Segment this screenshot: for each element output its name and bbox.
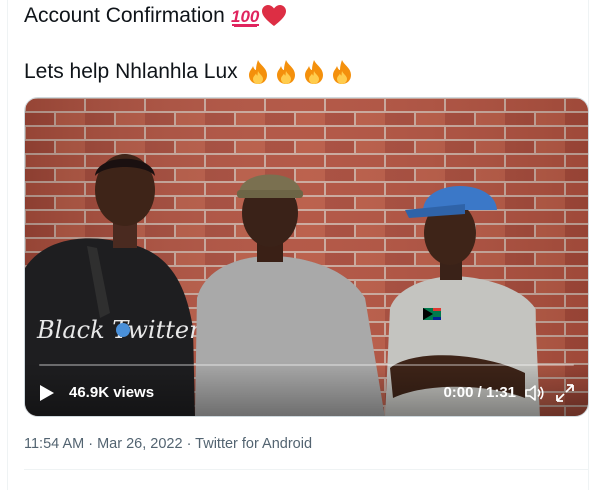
volume-icon[interactable] [524, 383, 544, 403]
tweet-line-2-text: Lets help Nhlanhla Lux [24, 60, 238, 83]
tweet-text-line-1: Account Confirmation 100 [24, 2, 287, 30]
playback-time: 0:00 / 1:31 [443, 384, 516, 401]
fullscreen-icon[interactable] [554, 382, 576, 404]
tweet-source[interactable]: Twitter for Android [195, 436, 312, 452]
separator: · [182, 436, 196, 452]
tweet-line-1-text: Account Confirmation [24, 4, 225, 27]
timeline-left-border [7, 0, 8, 490]
svg-text:100: 100 [231, 7, 260, 26]
tweet-metadata: 11:54 AM · Mar 26, 2022 · Twitter for An… [24, 436, 312, 452]
view-count: 46.9K views [69, 384, 155, 401]
tweet-date[interactable]: Mar 26, 2022 [97, 436, 182, 452]
tweet-timestamp[interactable]: 11:54 AM [24, 436, 84, 452]
fire-emoji [276, 60, 295, 85]
fire-emoji [248, 60, 267, 85]
fire-emoji [332, 60, 351, 85]
tweet-text-line-2: Lets help Nhlanhla Lux [24, 58, 356, 86]
play-icon[interactable] [39, 384, 55, 402]
video-controls: 46.9K views 0:00 / 1:31 [25, 362, 588, 416]
hundred-points-emoji: 100 [231, 7, 260, 28]
video-player[interactable]: Black Twitter 46.9K views 0:00 / 1:31 [24, 97, 589, 417]
fire-emoji [304, 60, 323, 85]
separator: · [84, 436, 98, 452]
progress-bar[interactable] [39, 364, 574, 366]
divider [24, 469, 589, 470]
red-heart-emoji [261, 5, 286, 27]
